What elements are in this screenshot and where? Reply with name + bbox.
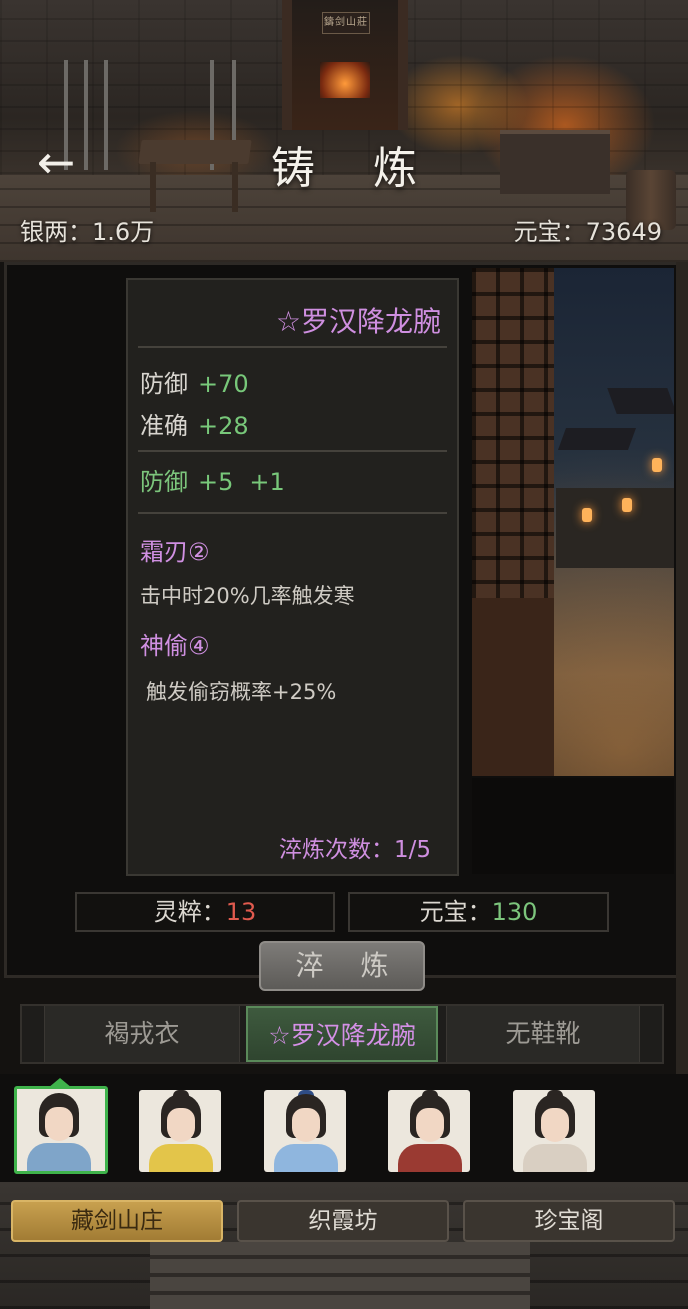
inner-fire	[320, 62, 370, 98]
page-title: 铸 炼	[271, 143, 439, 194]
silver-value: 1.6万	[92, 218, 155, 246]
silver-label: 银两：	[20, 218, 92, 246]
divider	[138, 346, 447, 348]
item-name: ☆罗汉降龙腕	[275, 305, 441, 338]
bonus-stat: 防御 +5 +1	[140, 462, 285, 497]
nav-zhixia-workshop[interactable]: 织霞坊	[237, 1200, 449, 1242]
robe	[274, 1144, 338, 1172]
skill-name-2: 神偷④	[140, 632, 210, 660]
ingot-cost-label: 元宝：	[419, 898, 492, 926]
lantern	[622, 498, 632, 512]
ingot-cost: 元宝：130	[348, 892, 609, 932]
character-portrait-3[interactable]	[264, 1090, 346, 1172]
divider	[138, 450, 447, 452]
door-panel	[472, 598, 554, 776]
refine-button[interactable]: 淬 炼	[259, 941, 425, 991]
refine-count-label: 淬炼次数：	[278, 837, 394, 863]
forge-gate: 鑄剑山莊	[282, 0, 408, 130]
character-portrait-2[interactable]	[139, 1090, 221, 1172]
nav-treasure-pavilion[interactable]: 珍宝阁	[463, 1200, 675, 1242]
robe	[149, 1144, 213, 1172]
stat-value: +28	[198, 412, 249, 440]
lantern	[582, 508, 592, 522]
tab-equipment-1[interactable]: 褐戎衣	[44, 1006, 240, 1062]
nav-cangjian-villa[interactable]: 藏剑山庄	[11, 1200, 223, 1242]
robe	[523, 1144, 587, 1172]
face	[45, 1107, 73, 1141]
character-portrait-1[interactable]	[14, 1086, 108, 1174]
face	[416, 1108, 444, 1142]
building	[556, 488, 674, 568]
stat-accuracy: 准确 +28	[140, 406, 249, 441]
robe	[398, 1144, 462, 1172]
ingot-value: 73649	[585, 218, 662, 246]
tab-equipment-3[interactable]: 无鞋靴	[446, 1006, 640, 1062]
window-base	[472, 778, 674, 874]
silver-display: 银两：1.6万	[20, 212, 154, 247]
ingot-cost-value: 130	[491, 898, 538, 926]
stat-defense: 防御 +70	[140, 364, 249, 399]
refine-count-value: 1/5	[393, 837, 431, 863]
stat-value: +70	[198, 370, 249, 398]
roof	[557, 428, 637, 450]
skill-desc-1: 击中时20%几率触发寒	[140, 584, 355, 608]
face	[292, 1108, 320, 1142]
stone-stairs	[150, 1242, 530, 1309]
refine-count: 淬炼次数：1/5	[279, 830, 431, 864]
roof	[607, 388, 674, 414]
essence-cost: 灵粹：13	[75, 892, 335, 932]
gate-plaque: 鑄剑山莊	[322, 12, 370, 34]
bonus-stat-value: +5	[198, 468, 234, 496]
character-portrait-4[interactable]	[388, 1090, 470, 1172]
robe	[27, 1143, 91, 1171]
stat-label: 准确	[140, 412, 188, 440]
tab-equipment-2[interactable]: ☆罗汉降龙腕	[246, 1006, 438, 1062]
ingot-label: 元宝：	[513, 218, 586, 246]
essence-value: 13	[225, 898, 257, 926]
skill-name-1: 霜刃②	[140, 538, 210, 566]
bonus-stat-label: 防御	[140, 468, 188, 496]
ingot-display: 元宝：73649	[514, 212, 662, 247]
divider	[138, 512, 447, 514]
essence-label: 灵粹：	[153, 898, 226, 926]
lantern	[652, 458, 662, 472]
stat-label: 防御	[140, 370, 188, 398]
panel-edge	[676, 262, 688, 1162]
skill-desc-2: 触发偷窃概率+25%	[146, 680, 337, 704]
bonus-stat-extra: +1	[249, 468, 285, 496]
character-portrait-5[interactable]	[513, 1090, 595, 1172]
item-detail-card: ☆罗汉降龙腕 防御 +70 准确 +28 防御 +5 +1 霜刃② 击中时20%几率触发…	[126, 278, 459, 876]
face	[167, 1108, 195, 1142]
night-street-window	[472, 268, 674, 776]
face	[541, 1108, 569, 1142]
